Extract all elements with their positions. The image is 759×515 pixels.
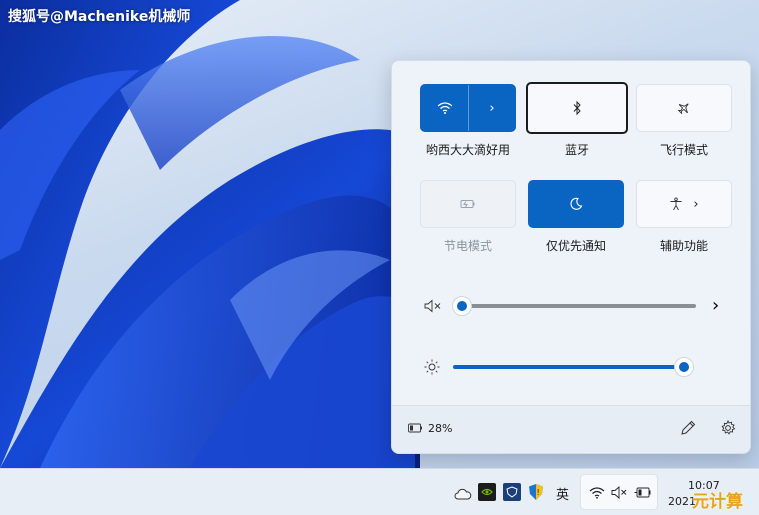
nvidia-icon[interactable] (478, 483, 496, 501)
accessibility-icon (670, 197, 682, 211)
wifi-label: 哟西大大滴好用 (425, 143, 510, 157)
focus-assist-label: 仅优先通知 (545, 239, 606, 253)
battery-saver-label: 节电模式 (443, 239, 492, 253)
chevron-right-icon: › (489, 100, 495, 116)
wifi-toggle[interactable] (421, 85, 469, 131)
airplane-mode-tile[interactable] (636, 84, 732, 132)
pencil-icon[interactable] (680, 420, 696, 436)
accessibility-label: 辅助功能 (659, 239, 708, 253)
battery-percentage: 28% (428, 422, 453, 435)
defender-shield-icon (506, 486, 518, 498)
wifi-tile[interactable]: › (420, 84, 516, 132)
speaker-muted-icon (611, 486, 627, 499)
battery-plug-icon (634, 487, 651, 498)
volume-slider-track[interactable] (460, 304, 696, 308)
brightness-slider-track[interactable] (453, 365, 685, 369)
wifi-icon (589, 487, 605, 499)
bluetooth-label: 蓝牙 (564, 143, 589, 157)
svg-text:!: ! (537, 488, 540, 497)
moon-icon (570, 197, 583, 210)
nvidia-eye-icon (481, 488, 493, 496)
corner-watermark-text: 元计算 (692, 492, 743, 512)
battery-saver-icon (460, 200, 475, 208)
sun-icon (424, 359, 440, 375)
accessibility-tile[interactable]: › (636, 180, 732, 228)
wifi-icon (437, 102, 452, 114)
quick-settings-footer: 28% (392, 405, 750, 453)
quick-settings-panel: › 哟西大大滴好用 蓝牙 飞行模式 节电模式 仅优先通知 › 辅助功能 › 28… (391, 60, 751, 454)
airplane-icon (677, 103, 689, 115)
taskbar: ! 英 10:07 2021 元计算 (0, 468, 759, 515)
bluetooth-icon (573, 101, 581, 115)
network-volume-battery-group[interactable] (580, 474, 658, 510)
volume-expand-chevron-icon[interactable]: › (712, 297, 719, 315)
speaker-muted-icon[interactable] (424, 299, 442, 313)
ime-indicator[interactable]: 英 (556, 484, 569, 503)
chevron-right-icon: › (693, 196, 699, 212)
brightness-slider-thumb[interactable] (674, 357, 694, 377)
airplane-mode-label: 飞行模式 (659, 143, 708, 157)
volume-slider-thumb[interactable] (452, 296, 472, 316)
battery-saver-tile[interactable] (420, 180, 516, 228)
security-shield-icon[interactable]: ! (527, 483, 545, 501)
battery-icon[interactable] (408, 423, 424, 433)
gear-icon[interactable] (720, 420, 736, 436)
watermark-text: 搜狐号@Machenike机械师 (8, 9, 191, 25)
cloud-icon[interactable] (454, 485, 472, 503)
defender-icon[interactable] (503, 483, 521, 501)
wifi-expand[interactable]: › (469, 85, 515, 131)
bluetooth-tile[interactable] (526, 82, 628, 134)
focus-assist-tile[interactable] (528, 180, 624, 228)
